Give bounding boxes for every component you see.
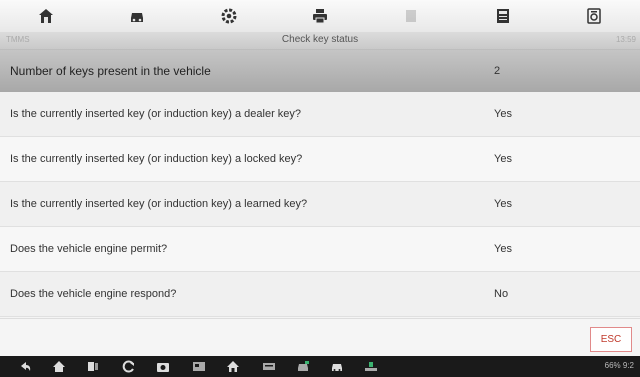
item-value: Yes xyxy=(494,198,512,210)
save-icon xyxy=(496,9,509,23)
data-logging-button[interactable] xyxy=(549,0,640,32)
settings-button[interactable] xyxy=(183,0,274,32)
item-question: Is the currently inserted key (or induct… xyxy=(10,153,303,165)
page-title: Check key status xyxy=(281,34,359,45)
vci-icon xyxy=(263,363,275,370)
item-question: Is the currently inserted key (or induct… xyxy=(10,198,308,210)
recent-apps-icon xyxy=(88,362,98,371)
screenshot-button[interactable] xyxy=(192,360,206,373)
data-logging-icon xyxy=(587,8,601,24)
item-value: No xyxy=(494,288,509,300)
list-item[interactable]: Is the currently inserted key (or induct… xyxy=(0,137,640,182)
home-button[interactable] xyxy=(0,0,91,32)
save-button[interactable] xyxy=(457,0,548,32)
list-item[interactable]: Does the vehicle engine permit? Yes xyxy=(0,227,640,272)
status-readout: 66% 9:2 xyxy=(604,361,634,370)
esc-button[interactable]: ESC xyxy=(590,327,632,352)
item-question: Does the vehicle engine permit? xyxy=(10,243,168,255)
title-bar: TMMS Check key status 13:59 xyxy=(0,32,640,50)
network-button[interactable] xyxy=(364,360,378,373)
item-value: 2 xyxy=(494,65,501,77)
key-status-list: Number of keys present in the vehicle 2 … xyxy=(0,50,640,317)
recent-apps-button[interactable] xyxy=(86,360,100,373)
refresh-button[interactable] xyxy=(122,360,136,373)
item-question: Does the vehicle engine respond? xyxy=(10,288,177,300)
camera-icon xyxy=(157,363,169,372)
print-button[interactable] xyxy=(274,0,365,32)
app-home-icon xyxy=(227,361,239,372)
item-value: Yes xyxy=(494,153,512,165)
car-nav-button[interactable] xyxy=(330,360,344,373)
camera-button[interactable] xyxy=(156,360,170,373)
list-item[interactable]: Number of keys present in the vehicle 2 xyxy=(0,50,640,92)
vehicle-nav-icon xyxy=(298,361,309,371)
list-item[interactable]: Is the currently inserted key (or induct… xyxy=(0,182,640,227)
help-icon xyxy=(406,10,417,22)
item-value: Yes xyxy=(494,243,512,255)
vehicle-nav-button[interactable] xyxy=(296,360,310,373)
back-button[interactable] xyxy=(18,360,32,373)
home-icon xyxy=(38,9,53,23)
back-icon xyxy=(21,362,31,371)
vehicle-icon xyxy=(131,13,144,22)
android-navbar: 66% 9:2 xyxy=(0,356,640,377)
help-button[interactable] xyxy=(366,0,457,32)
home-icon xyxy=(53,361,65,372)
home-nav-button[interactable] xyxy=(52,360,66,373)
list-item[interactable]: Is the currently inserted key (or induct… xyxy=(0,92,640,137)
list-item[interactable]: Does the vehicle engine respond? No xyxy=(0,272,640,317)
top-toolbar xyxy=(0,0,640,32)
app-home-button[interactable] xyxy=(226,360,240,373)
network-icon xyxy=(365,362,377,371)
print-icon xyxy=(312,9,327,24)
screenshot-icon xyxy=(193,362,205,371)
item-question: Is the currently inserted key (or induct… xyxy=(10,108,302,120)
refresh-icon xyxy=(122,360,134,373)
car-nav-icon xyxy=(332,364,342,371)
item-question: Number of keys present in the vehicle xyxy=(10,64,211,78)
vci-button[interactable] xyxy=(262,360,276,373)
settings-icon xyxy=(221,8,237,24)
footer-bar: ESC xyxy=(0,318,640,357)
item-value: Yes xyxy=(494,108,512,120)
title-right-label: 13:59 xyxy=(615,35,636,44)
vehicle-button[interactable] xyxy=(91,0,182,32)
